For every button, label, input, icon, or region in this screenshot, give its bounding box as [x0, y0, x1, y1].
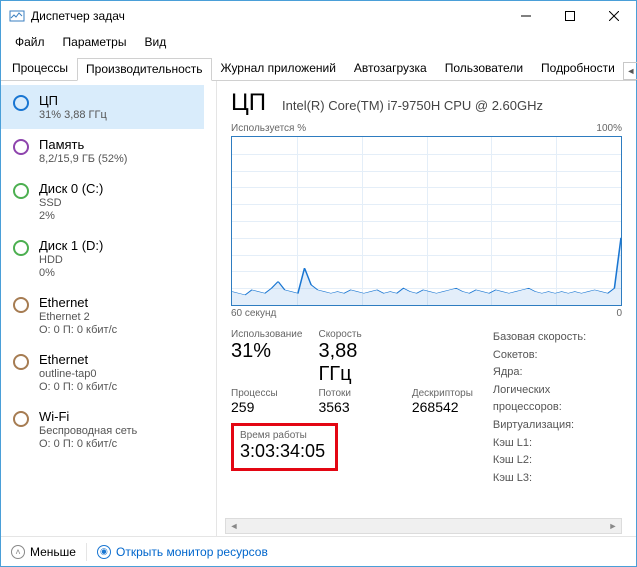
- status-ring-icon: [13, 411, 29, 427]
- lbl-processes: Процессы: [231, 388, 302, 399]
- tab-users[interactable]: Пользователи: [436, 57, 532, 80]
- chevron-up-icon: ˄: [11, 545, 25, 559]
- chart-label-botleft: 60 секунд: [231, 308, 276, 319]
- val-speed: 3,88 ГГц: [318, 340, 395, 386]
- sidebar: ЦП31% 3,88 ГГцПамять8,2/15,9 ГБ (52%)Дис…: [1, 81, 217, 536]
- open-resource-monitor-link[interactable]: ◉ Открыть монитор ресурсов: [97, 545, 268, 559]
- sidebar-item-sub: HDD: [39, 254, 103, 266]
- fewer-details-button[interactable]: ˄ Меньше: [11, 545, 76, 559]
- sidebar-item-sub: 8,2/15,9 ГБ (52%): [39, 153, 127, 165]
- main-panel: ЦП Intel(R) Core(TM) i7-9750H CPU @ 2.60…: [217, 81, 636, 536]
- sidebar-item-sub2: О: 0 П: 0 кбит/с: [39, 438, 137, 450]
- status-ring-icon: [13, 95, 29, 111]
- val-handles: 268542: [412, 399, 473, 415]
- val-uptime: 3:03:34:05: [240, 441, 325, 462]
- resource-monitor-icon: ◉: [97, 545, 111, 559]
- uptime-highlight: Время работы 3:03:34:05: [231, 423, 338, 471]
- titlebar: Диспетчер задач: [1, 1, 636, 31]
- sidebar-item-title: Ethernet: [39, 295, 117, 310]
- resource-title: ЦП: [231, 89, 266, 117]
- sidebar-item-title: Память: [39, 137, 127, 152]
- chart-label-botright: 0: [616, 308, 622, 319]
- close-button[interactable]: [592, 1, 636, 31]
- lbl-handles: Дескрипторы: [412, 388, 473, 399]
- lbl-l1: Кэш L1:: [493, 435, 622, 453]
- lbl-uptime: Время работы: [240, 430, 325, 441]
- scroll-left-icon[interactable]: ◄: [226, 521, 242, 531]
- sidebar-item-sub: SSD: [39, 197, 103, 209]
- cpu-specs: Базовая скорость: Сокетов: Ядра: Логичес…: [493, 329, 622, 487]
- val-usage: 31%: [231, 340, 302, 363]
- tab-scroll-nav: ◄ ►: [624, 62, 637, 80]
- status-ring-icon: [13, 297, 29, 313]
- tab-processes[interactable]: Процессы: [3, 57, 77, 80]
- status-ring-icon: [13, 139, 29, 155]
- sidebar-item-4[interactable]: EthernetEthernet 2О: 0 П: 0 кбит/с: [1, 287, 204, 344]
- menu-options[interactable]: Параметры: [55, 33, 135, 51]
- sidebar-item-1[interactable]: Память8,2/15,9 ГБ (52%): [1, 129, 204, 173]
- maximize-button[interactable]: [548, 1, 592, 31]
- menu-file[interactable]: Файл: [7, 33, 53, 51]
- val-threads: 3563: [318, 399, 395, 415]
- sidebar-item-sub: 31% 3,88 ГГц: [39, 109, 107, 121]
- status-ring-icon: [13, 183, 29, 199]
- sidebar-item-2[interactable]: Диск 0 (C:)SSD2%: [1, 173, 204, 230]
- sidebar-item-sub: outline-tap0: [39, 368, 117, 380]
- minimize-button[interactable]: [504, 1, 548, 31]
- menubar: Файл Параметры Вид: [1, 31, 636, 53]
- sidebar-item-title: ЦП: [39, 93, 107, 108]
- sidebar-item-sub: Беспроводная сеть: [39, 425, 137, 437]
- sidebar-item-6[interactable]: Wi-FiБеспроводная сетьО: 0 П: 0 кбит/с: [1, 401, 204, 458]
- sidebar-item-3[interactable]: Диск 1 (D:)HDD0%: [1, 230, 204, 287]
- sidebar-item-0[interactable]: ЦП31% 3,88 ГГц: [1, 85, 204, 129]
- lbl-usage: Использование: [231, 329, 302, 340]
- footer-separator: [86, 543, 87, 561]
- menu-view[interactable]: Вид: [136, 33, 174, 51]
- tab-performance[interactable]: Производительность: [77, 58, 211, 81]
- scroll-right-icon[interactable]: ►: [605, 521, 621, 531]
- fewer-details-label: Меньше: [30, 545, 76, 559]
- horizontal-scrollbar[interactable]: ◄ ►: [225, 518, 622, 534]
- val-processes: 259: [231, 399, 302, 415]
- resource-subtitle: Intel(R) Core(TM) i7-9750H CPU @ 2.60GHz: [282, 98, 543, 113]
- tab-apphistory[interactable]: Журнал приложений: [212, 57, 345, 80]
- sidebar-item-sub: Ethernet 2: [39, 311, 117, 323]
- sidebar-item-title: Диск 0 (C:): [39, 181, 103, 196]
- status-ring-icon: [13, 240, 29, 256]
- lbl-lprocs: Логических процессоров:: [493, 382, 622, 417]
- window-title: Диспетчер задач: [31, 9, 504, 23]
- lbl-sockets: Сокетов:: [493, 347, 622, 365]
- status-ring-icon: [13, 354, 29, 370]
- sidebar-item-5[interactable]: Ethernetoutline-tap0О: 0 П: 0 кбит/с: [1, 344, 204, 401]
- app-icon: [9, 8, 25, 24]
- tab-startup[interactable]: Автозагрузка: [345, 57, 436, 80]
- sidebar-item-title: Ethernet: [39, 352, 117, 367]
- sidebar-item-sub2: О: 0 П: 0 кбит/с: [39, 381, 117, 393]
- lbl-cores: Ядра:: [493, 364, 622, 382]
- chart-label-topleft: Используется %: [231, 123, 306, 134]
- lbl-speed: Скорость: [318, 329, 395, 340]
- open-resource-monitor-label: Открыть монитор ресурсов: [116, 545, 268, 559]
- tabbar: Процессы Производительность Журнал прило…: [1, 53, 636, 81]
- sidebar-item-sub2: О: 0 П: 0 кбит/с: [39, 324, 117, 336]
- sidebar-item-title: Wi-Fi: [39, 409, 137, 424]
- chart-label-topright: 100%: [596, 123, 622, 134]
- lbl-l3: Кэш L3:: [493, 470, 622, 488]
- cpu-usage-chart: [231, 136, 622, 306]
- sidebar-item-sub2: 2%: [39, 210, 103, 222]
- lbl-basespeed: Базовая скорость:: [493, 329, 622, 347]
- sidebar-item-sub2: 0%: [39, 267, 103, 279]
- lbl-l2: Кэш L2:: [493, 452, 622, 470]
- tab-details[interactable]: Подробности: [532, 57, 624, 80]
- lbl-threads: Потоки: [318, 388, 395, 399]
- tab-scroll-left[interactable]: ◄: [623, 62, 637, 80]
- lbl-virt: Виртуализация:: [493, 417, 622, 435]
- sidebar-item-title: Диск 1 (D:): [39, 238, 103, 253]
- footer: ˄ Меньше ◉ Открыть монитор ресурсов: [1, 536, 636, 566]
